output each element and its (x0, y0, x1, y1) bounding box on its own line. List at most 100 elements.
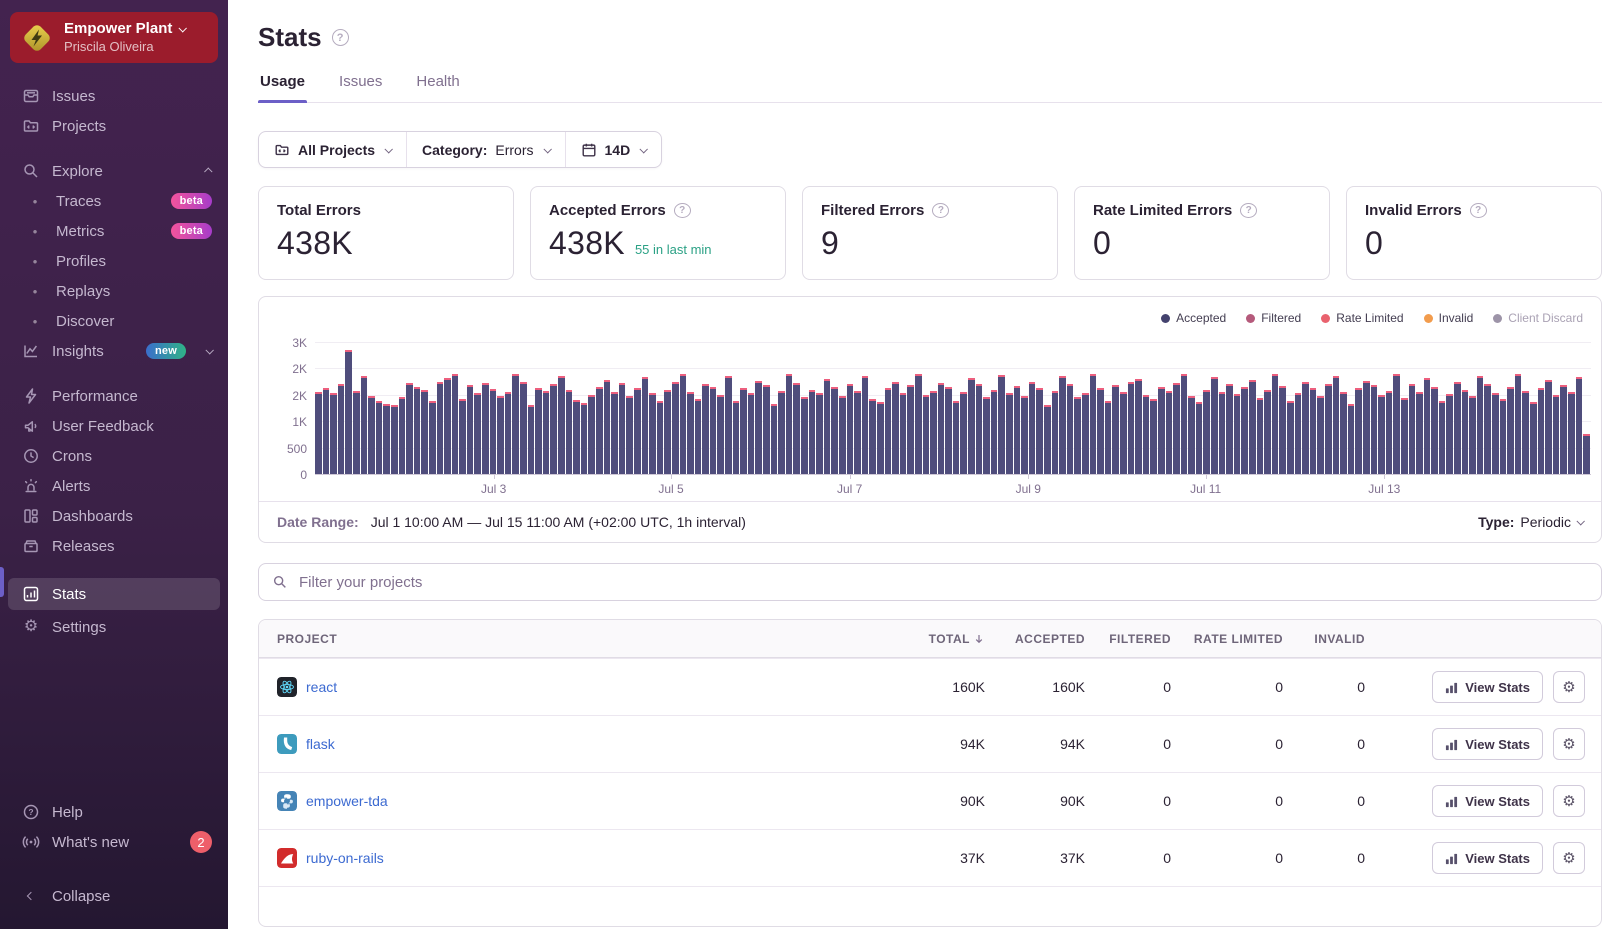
project-settings-button[interactable]: ⚙ (1553, 842, 1585, 874)
project-link[interactable]: react (306, 679, 337, 695)
projects-table: PROJECT TOTAL ACCEPTED FILTERED RATE LIM… (258, 619, 1602, 927)
issues-icon (22, 87, 40, 105)
sidebar-item-traces[interactable]: • Traces beta (0, 186, 228, 216)
gear-icon: ⚙ (1562, 735, 1575, 753)
sidebar-item-help[interactable]: ? Help (0, 797, 228, 827)
chevron-up-icon (204, 167, 212, 175)
main-content: Stats Usage Issues Health All Projects C… (228, 0, 1620, 927)
broadcast-icon (22, 833, 40, 851)
accepted-errors-card: Accepted Errors 438K 55 in last min (530, 186, 786, 280)
sidebar-item-settings[interactable]: ⚙ Settings (0, 612, 228, 642)
gear-icon: ⚙ (1562, 849, 1575, 867)
column-total-sort[interactable]: TOTAL (877, 632, 989, 646)
total-errors-value: 438K (277, 225, 353, 262)
bar-chart (315, 343, 1591, 475)
sidebar-item-stats[interactable]: Stats (8, 578, 220, 610)
type-dropdown[interactable]: Type: Periodic (1478, 514, 1583, 530)
legend-invalid[interactable]: Invalid (1424, 311, 1474, 325)
project-settings-button[interactable]: ⚙ (1553, 671, 1585, 703)
sidebar-item-insights[interactable]: Insights new (0, 336, 228, 366)
sidebar-item-replays[interactable]: • Replays (0, 276, 228, 306)
org-logo-icon (20, 21, 54, 55)
flask-logo-icon (277, 734, 297, 754)
project-link[interactable]: empower-tda (306, 793, 388, 809)
help-icon[interactable] (674, 203, 691, 218)
page-help-icon[interactable] (332, 29, 349, 46)
line-chart-icon (22, 342, 40, 360)
sidebar-item-user-feedback[interactable]: User Feedback (0, 411, 228, 441)
sidebar-item-crons[interactable]: Crons (0, 441, 228, 471)
project-search-input[interactable] (297, 573, 1588, 592)
project-settings-button[interactable]: ⚙ (1553, 785, 1585, 817)
table-row: ruby-on-rails 37K 37K 0 0 0 View Stats ⚙ (259, 829, 1601, 886)
calendar-icon (581, 142, 597, 158)
view-stats-button[interactable]: View Stats (1432, 671, 1543, 703)
project-link[interactable]: flask (306, 736, 335, 752)
sidebar-item-dashboards[interactable]: Dashboards (0, 501, 228, 531)
org-switcher[interactable]: Empower Plant Priscila Oliveira (10, 12, 218, 63)
sidebar-item-releases[interactable]: Releases (0, 531, 228, 561)
legend-rate-limited[interactable]: Rate Limited (1321, 311, 1403, 325)
bar-chart-icon (22, 585, 40, 603)
invalid-errors-card: Invalid Errors 0 (1346, 186, 1602, 280)
bar-chart-icon (1445, 681, 1458, 694)
view-stats-button[interactable]: View Stats (1432, 842, 1543, 874)
usage-chart-panel: Accepted Filtered Rate Limited Invalid C… (258, 296, 1602, 543)
chart-legend: Accepted Filtered Rate Limited Invalid C… (259, 297, 1601, 327)
bullet-icon: • (26, 284, 44, 299)
sidebar-item-explore[interactable]: Explore (0, 156, 228, 186)
project-filter-dropdown[interactable]: All Projects (259, 132, 406, 167)
chart-x-axis: Jul 3Jul 5Jul 7Jul 9Jul 11Jul 13 (315, 475, 1591, 501)
help-icon[interactable] (1470, 203, 1487, 218)
chevron-down-icon (1576, 517, 1584, 525)
sort-desc-icon (973, 633, 985, 645)
bar-chart-icon (1445, 852, 1458, 865)
filtered-errors-value: 9 (821, 225, 839, 262)
chevron-down-icon (179, 24, 187, 32)
sidebar-item-projects[interactable]: Projects (0, 111, 228, 141)
project-settings-button[interactable]: ⚙ (1553, 728, 1585, 760)
chevron-down-icon (543, 145, 551, 153)
svg-text:?: ? (28, 807, 33, 817)
sidebar-collapse-button[interactable]: Collapse (0, 881, 228, 911)
react-logo-icon (277, 677, 297, 697)
beta-badge: beta (171, 193, 212, 209)
category-filter-dropdown[interactable]: Category: Errors (406, 132, 564, 167)
chevron-down-icon (640, 145, 648, 153)
lightning-icon (22, 387, 40, 405)
table-header: PROJECT TOTAL ACCEPTED FILTERED RATE LIM… (259, 620, 1601, 658)
sidebar-item-whats-new[interactable]: What's new 2 (0, 827, 228, 857)
python-logo-icon (277, 791, 297, 811)
legend-accepted[interactable]: Accepted (1161, 311, 1226, 325)
new-badge: new (146, 343, 186, 359)
chart-footer: Date Range: Jul 1 10:00 AM — Jul 15 11:0… (259, 501, 1601, 542)
view-stats-button[interactable]: View Stats (1432, 728, 1543, 760)
search-icon (22, 162, 40, 180)
sidebar-item-discover[interactable]: • Discover (0, 306, 228, 336)
date-range-label: Date Range: (277, 514, 359, 530)
tab-usage[interactable]: Usage (258, 73, 307, 102)
project-link[interactable]: ruby-on-rails (306, 850, 384, 866)
tab-issues[interactable]: Issues (337, 73, 384, 102)
tab-health[interactable]: Health (414, 73, 461, 102)
sidebar-item-alerts[interactable]: Alerts (0, 471, 228, 501)
date-range-dropdown[interactable]: 14D (565, 132, 662, 167)
legend-filtered[interactable]: Filtered (1246, 311, 1301, 325)
sidebar-item-profiles[interactable]: • Profiles (0, 246, 228, 276)
sidebar-item-metrics[interactable]: • Metrics beta (0, 216, 228, 246)
table-row: flask 94K 94K 0 0 0 View Stats ⚙ (259, 715, 1601, 772)
whats-new-count-badge: 2 (190, 831, 212, 853)
clock-icon (22, 447, 40, 465)
archive-box-icon (22, 537, 40, 555)
stat-cards: Total Errors 438K Accepted Errors 438K 5… (258, 186, 1602, 280)
table-row: react 160K 160K 0 0 0 View Stats ⚙ (259, 658, 1601, 715)
sidebar-item-performance[interactable]: Performance (0, 381, 228, 411)
legend-client-discard[interactable]: Client Discard (1493, 311, 1583, 325)
sidebar-item-issues[interactable]: Issues (0, 81, 228, 111)
help-icon[interactable] (932, 203, 949, 218)
help-icon[interactable] (1240, 203, 1257, 218)
sidebar: Empower Plant Priscila Oliveira Issues P… (0, 0, 228, 929)
rails-logo-icon (277, 848, 297, 868)
view-stats-button[interactable]: View Stats (1432, 785, 1543, 817)
chevron-down-icon (384, 145, 392, 153)
